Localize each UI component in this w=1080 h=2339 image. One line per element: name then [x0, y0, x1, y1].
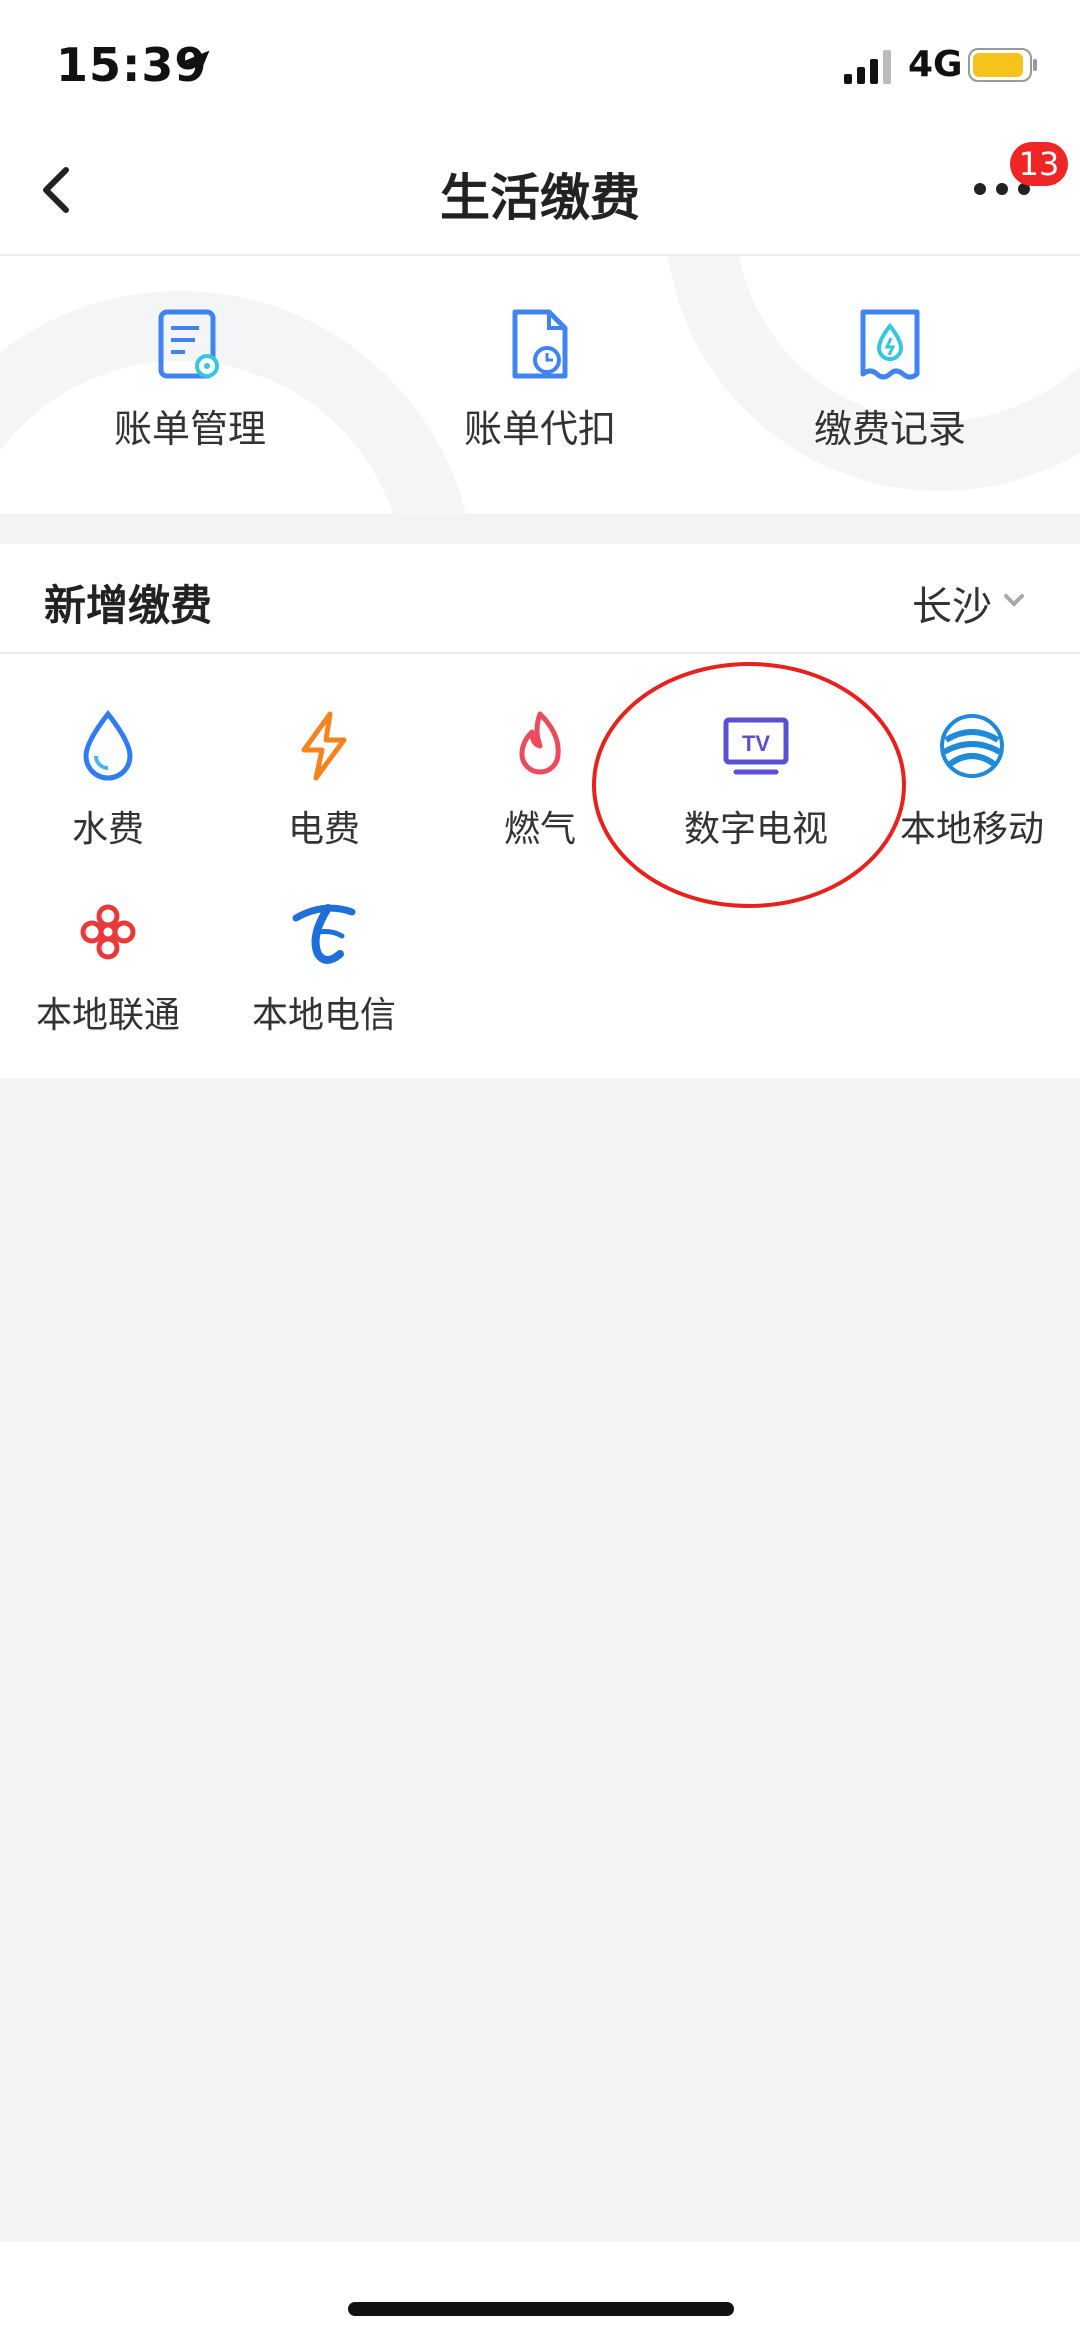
china-telecom-icon	[292, 904, 356, 964]
bill-management-label: 账单管理	[113, 407, 266, 451]
flame-icon	[519, 711, 561, 775]
service-label: 本地电信	[251, 995, 396, 1036]
home-indicator[interactable]	[348, 2302, 734, 2316]
page-title: 生活缴费	[440, 169, 640, 227]
service-label: 电费	[287, 809, 360, 850]
bill-autopay-label: 账单代扣	[463, 407, 616, 451]
highlight-circle	[592, 662, 906, 908]
service-label: 水费	[71, 809, 144, 850]
payment-records-label: 缴费记录	[813, 407, 966, 451]
service-label: 本地联通	[35, 995, 180, 1036]
battery-icon	[968, 48, 1037, 82]
quick-actions: 账单管理 账单代扣 缴费记录	[0, 256, 1080, 514]
signal-icon	[844, 50, 891, 84]
bill-autopay-button[interactable]: 账单代扣	[420, 308, 660, 453]
service-china-unicom[interactable]: 本地联通	[0, 896, 216, 1038]
service-electricity[interactable]: 电费	[216, 710, 432, 852]
china-unicom-icon	[80, 904, 136, 960]
bill-management-button[interactable]: 账单管理	[70, 308, 310, 453]
bill-clock-icon	[512, 309, 568, 379]
service-water[interactable]: 水费	[0, 710, 216, 852]
city-selector[interactable]: 长沙	[912, 574, 992, 632]
china-mobile-icon	[940, 714, 1004, 778]
services-grid: 水费 电费 燃气 TV 数字电视 本地移动 本地联通 本地电信	[0, 654, 1080, 1078]
receipt-drop-icon	[860, 309, 920, 380]
chevron-down-icon[interactable]	[1002, 590, 1026, 612]
water-drop-icon	[83, 710, 133, 781]
service-china-telecom[interactable]: 本地电信	[216, 896, 432, 1038]
bottom-bar	[0, 2242, 1080, 2339]
location-arrow-icon	[182, 50, 210, 78]
lightning-icon	[301, 711, 347, 781]
section-title: 新增缴费	[44, 581, 213, 630]
network-type: 4G	[908, 44, 963, 85]
payment-records-button[interactable]: 缴费记录	[770, 308, 1010, 453]
bill-settings-icon	[158, 309, 219, 379]
notification-badge: 13	[1010, 142, 1068, 186]
